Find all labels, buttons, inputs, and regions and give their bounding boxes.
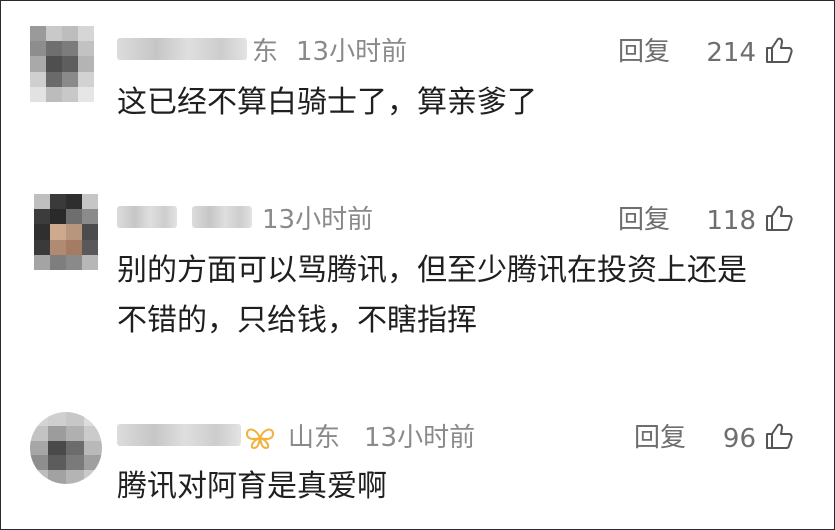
- username-blurred[interactable]: [117, 424, 241, 446]
- username-blurred[interactable]: [117, 38, 247, 60]
- butterfly-badge-icon: [245, 428, 275, 450]
- thumbs-up-icon[interactable]: [764, 35, 794, 65]
- username-blurred[interactable]: [192, 206, 252, 228]
- comment-text: 别的方面可以骂腾讯，但至少腾讯在投资上还是: [117, 253, 747, 288]
- like-count[interactable]: 96: [710, 426, 756, 452]
- timestamp: 13小时前: [296, 37, 408, 67]
- location-label: 东: [252, 37, 279, 67]
- reply-button[interactable]: 回复: [618, 207, 670, 233]
- location-label: 山东: [288, 423, 341, 453]
- like-count[interactable]: 118: [700, 208, 756, 234]
- timestamp: 13小时前: [364, 423, 476, 453]
- avatar[interactable]: [30, 26, 94, 102]
- avatar[interactable]: [34, 194, 98, 270]
- timestamp: 13小时前: [262, 205, 374, 235]
- comment-text: 腾讯对阿育是真爱啊: [117, 469, 387, 504]
- thumbs-up-icon[interactable]: [764, 421, 794, 451]
- like-count[interactable]: 214: [700, 40, 756, 66]
- avatar[interactable]: [30, 412, 102, 484]
- comment-text: 不错的，只给钱，不瞎指挥: [117, 303, 477, 338]
- comment-text: 这已经不算白骑士了，算亲爹了: [117, 85, 537, 120]
- thumbs-up-icon[interactable]: [764, 203, 794, 233]
- reply-button[interactable]: 回复: [634, 425, 686, 451]
- username-blurred[interactable]: [117, 206, 177, 228]
- reply-button[interactable]: 回复: [618, 39, 670, 65]
